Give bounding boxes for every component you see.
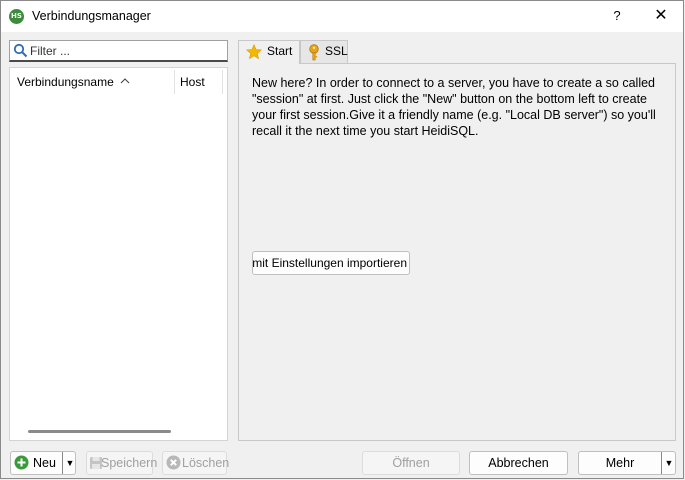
more-label: Mehr: [605, 456, 635, 470]
horizontal-scrollbar[interactable]: [28, 430, 171, 433]
delete-label: Löschen: [182, 456, 230, 470]
start-tab-panel: New here? In order to connect to a serve…: [238, 63, 676, 441]
tab-ssl[interactable]: SSL: [300, 40, 348, 63]
import-settings-button[interactable]: Datei mit Einstellungen importieren: [252, 251, 410, 275]
close-button[interactable]: ✕: [646, 5, 676, 27]
tab-label: Start: [267, 44, 293, 58]
connection-manager-window: HS Verbindungsmanager ? ✕ Verbindungsnam…: [0, 0, 684, 479]
save-button[interactable]: Speichern: [86, 451, 157, 475]
star-icon: [246, 44, 262, 60]
help-button[interactable]: ?: [605, 5, 629, 27]
save-label: Speichern: [101, 456, 158, 470]
session-list[interactable]: Verbindungsname Host: [9, 67, 228, 441]
new-label: Neu: [33, 456, 56, 470]
search-icon: [13, 43, 28, 58]
open-button[interactable]: Öffnen: [362, 451, 460, 475]
import-settings-label: Datei mit Einstellungen importieren: [252, 256, 407, 270]
window-title: Verbindungsmanager: [32, 9, 151, 23]
filter-input[interactable]: [30, 42, 220, 59]
chevron-down-icon[interactable]: ▼: [62, 452, 77, 474]
new-session-button[interactable]: Neu ▼: [10, 451, 76, 475]
more-button[interactable]: Mehr ▼: [578, 451, 676, 475]
cancel-button[interactable]: Abbrechen: [469, 451, 568, 475]
plus-icon: [14, 455, 29, 470]
tab-label: SSL: [325, 44, 348, 58]
filter-box[interactable]: [9, 40, 228, 62]
welcome-text: New here? In order to connect to a serve…: [252, 76, 656, 138]
tab-start[interactable]: Start: [238, 40, 300, 64]
column-header-connection-name[interactable]: Verbindungsname: [10, 70, 175, 94]
key-icon: [309, 44, 319, 61]
column-header-host[interactable]: Host: [175, 70, 223, 94]
column-label: Verbindungsname: [17, 75, 114, 89]
title-bar: HS Verbindungsmanager ? ✕: [1, 1, 683, 32]
column-label: Host: [180, 75, 205, 89]
heidisql-app-icon: HS: [9, 9, 24, 24]
sort-ascending-icon: [120, 78, 130, 84]
delete-icon: [166, 455, 181, 470]
chevron-down-icon[interactable]: ▼: [661, 452, 676, 474]
delete-button[interactable]: Löschen: [162, 451, 230, 475]
